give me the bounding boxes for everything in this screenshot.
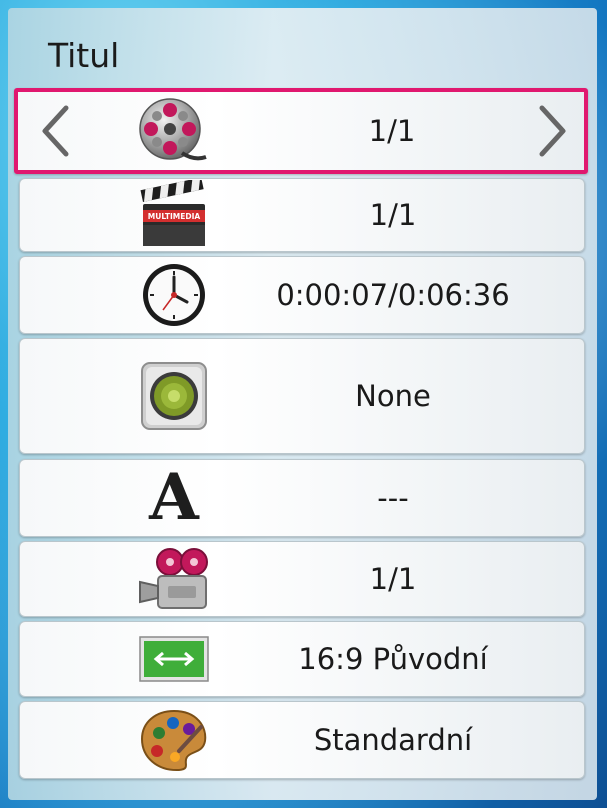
chevron-left-icon: [42, 105, 69, 157]
chevron-right-icon: [539, 105, 566, 157]
panel-title: Titul: [48, 36, 120, 75]
next-arrow-button[interactable]: [536, 103, 570, 159]
aspect-ratio-icon: [138, 623, 210, 695]
picture-mode-value: Standardní: [313, 723, 473, 757]
audio-value: None: [355, 379, 431, 413]
letter-a-icon: A: [149, 460, 199, 535]
clapperboard-icon: MULTIMEDIA: [138, 179, 210, 251]
row-time[interactable]: 0:00:07/0:06:36: [19, 256, 585, 334]
time-value: 0:00:07/0:06:36: [276, 278, 510, 312]
svg-text:MULTIMEDIA: MULTIMEDIA: [148, 212, 201, 221]
title-value: 1/1: [368, 114, 416, 148]
row-angle[interactable]: 1/1: [19, 541, 585, 617]
film-reel-icon: [136, 95, 208, 167]
palette-icon: [138, 704, 210, 776]
row-audio[interactable]: None: [19, 338, 585, 454]
row-title[interactable]: 1/1: [14, 88, 588, 174]
angle-value: 1/1: [369, 562, 417, 596]
row-subtitle[interactable]: A ---: [19, 459, 585, 537]
aspect-ratio-value: 16:9 Původní: [298, 642, 488, 676]
row-chapter[interactable]: MULTIMEDIA 1/1: [19, 178, 585, 252]
chapter-value: 1/1: [369, 198, 417, 232]
video-camera-icon: [138, 543, 210, 615]
previous-arrow-button[interactable]: [38, 103, 72, 159]
row-aspect-ratio[interactable]: 16:9 Původní: [19, 621, 585, 697]
row-picture-mode[interactable]: Standardní: [19, 701, 585, 779]
subtitle-value: ---: [377, 481, 409, 515]
speaker-icon: [138, 360, 210, 432]
clock-icon: [138, 259, 210, 331]
